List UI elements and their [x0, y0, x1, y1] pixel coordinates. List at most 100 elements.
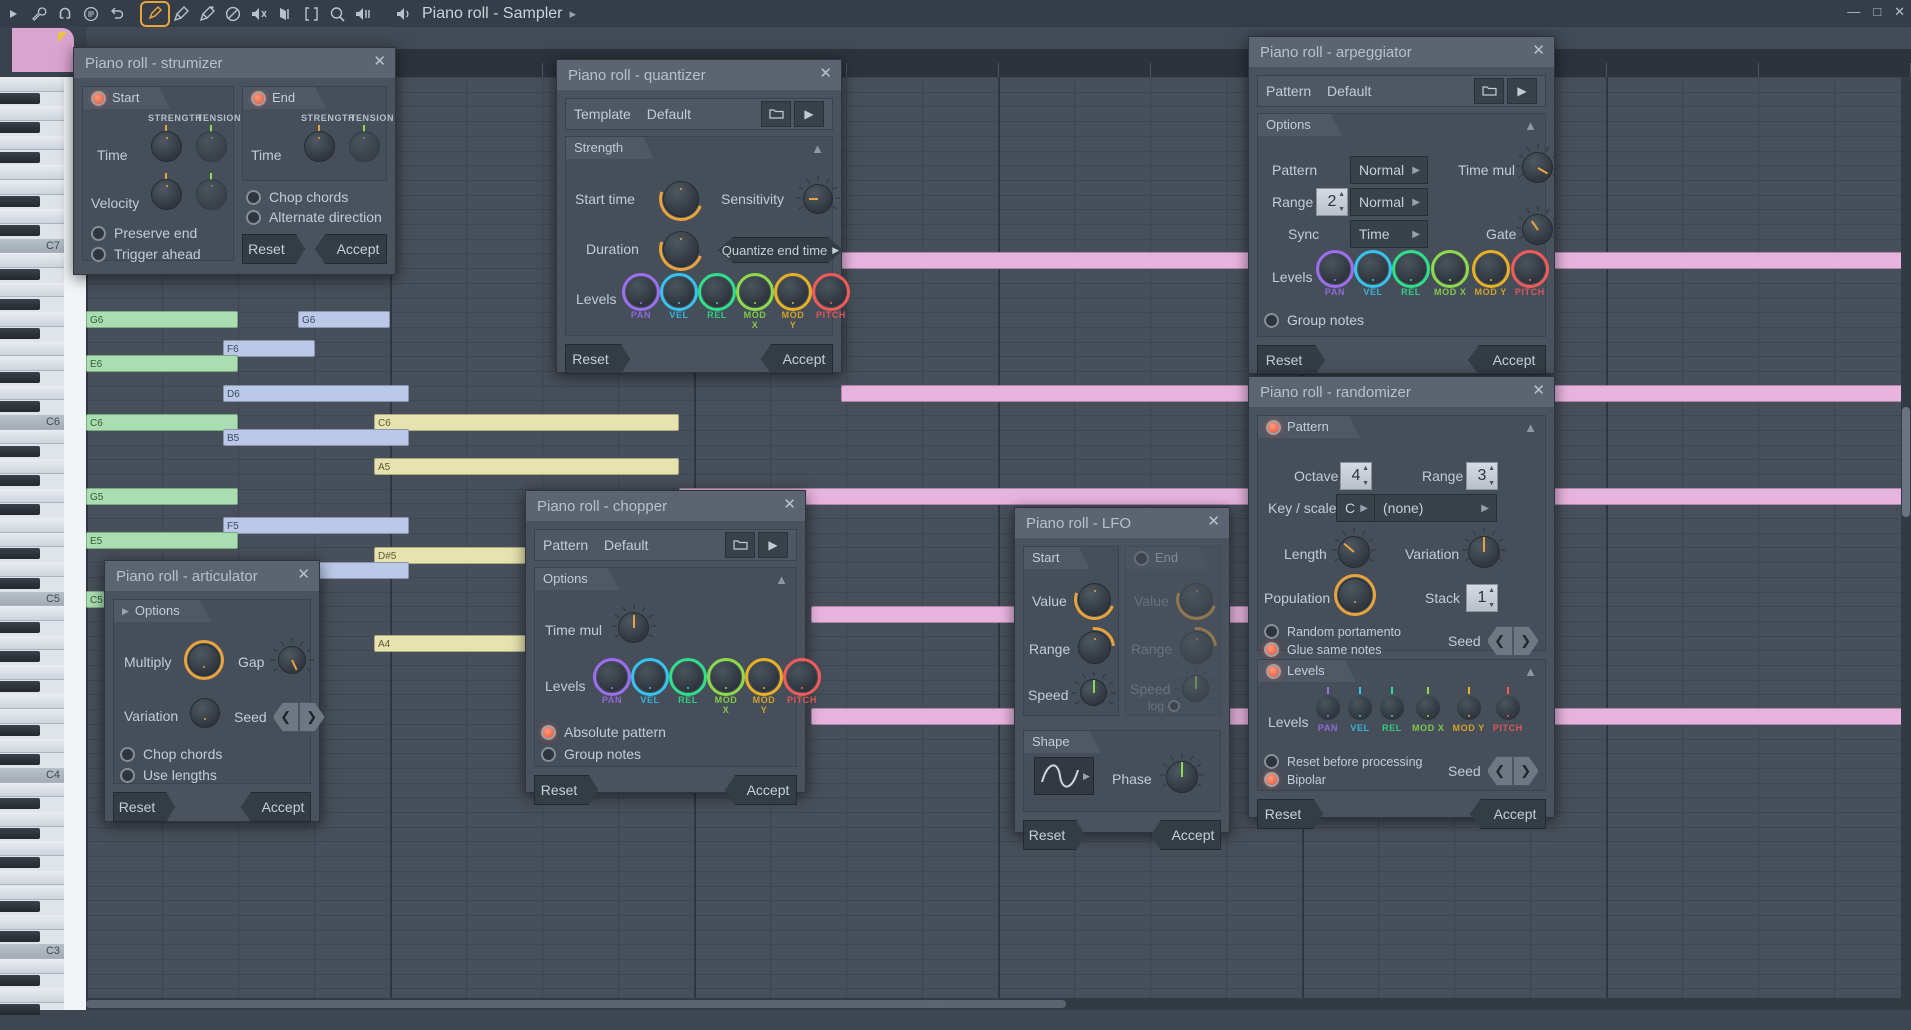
- rand-levels-row[interactable]: PAN VEL REL MOD X MOD Y PITCH: [1316, 687, 1523, 733]
- dialog-chopper[interactable]: Piano roll - chopper ✕ Pattern Default ▶…: [525, 490, 821, 805]
- strumizer-end-time-tension-knob[interactable]: [348, 131, 380, 162]
- arp-pattern-select[interactable]: Normal ▶: [1350, 156, 1428, 184]
- spinner-down-icon[interactable]: ▼: [1488, 602, 1495, 609]
- alternate-direction-radio[interactable]: [245, 209, 261, 225]
- knob[interactable]: [736, 273, 774, 311]
- close-button[interactable]: ✕: [1894, 4, 1905, 20]
- time-mul-knob[interactable]: [1515, 144, 1560, 183]
- piano-key-black[interactable]: [0, 92, 40, 104]
- resize-grip[interactable]: ⋯: [930, 997, 942, 1008]
- note-A5[interactable]: A5: [374, 458, 679, 475]
- piano-key-black[interactable]: [0, 724, 40, 736]
- piano-key-white[interactable]: [0, 988, 64, 1004]
- level-knob-pitch[interactable]: PITCH: [812, 273, 850, 320]
- knob[interactable]: [1495, 687, 1520, 720]
- dialog-lfo[interactable]: Piano roll - LFO ✕ Start Value Range Spe…: [1014, 507, 1230, 850]
- knob[interactable]: [812, 273, 850, 311]
- level-knob-vel[interactable]: VEL: [1354, 250, 1392, 297]
- folder-icon[interactable]: [761, 101, 791, 127]
- arp-range-spinner[interactable]: 2 ▲ ▼: [1316, 188, 1348, 216]
- piano-keyboard[interactable]: C7 C6 C5 C4 C3: [0, 77, 64, 1016]
- piano-key-black[interactable]: [0, 651, 40, 663]
- sensitivity-knob[interactable]: [796, 176, 840, 214]
- quantize-end-time-button[interactable]: Quantize end time ▶: [718, 237, 843, 263]
- horizontal-scrollbar[interactable]: [86, 998, 1901, 1010]
- piano-key-black[interactable]: [0, 857, 40, 869]
- close-icon[interactable]: ✕: [297, 565, 310, 583]
- rand-pattern-tab[interactable]: Pattern: [1258, 416, 1360, 438]
- strumizer-reset-button[interactable]: Reset: [241, 234, 305, 264]
- artic-chop-chords-radio[interactable]: [120, 746, 135, 762]
- zoom-icon[interactable]: [324, 3, 350, 25]
- maximize-button[interactable]: □: [1873, 4, 1881, 20]
- level-knob-rel[interactable]: REL: [1392, 250, 1430, 297]
- piano-key-white[interactable]: [0, 665, 64, 680]
- knob[interactable]: [593, 658, 631, 696]
- lfo-start-value-knob[interactable]: [1067, 572, 1122, 627]
- chopper-levels-row[interactable]: PAN VEL REL MOD X MOD Y PITCH: [593, 658, 821, 715]
- lfo-accept-button[interactable]: Accept: [1151, 820, 1221, 850]
- piano-key-black[interactable]: [0, 225, 40, 236]
- menu-lines-icon[interactable]: [78, 3, 104, 25]
- start-time-knob[interactable]: [651, 169, 711, 229]
- level-knob-pitch[interactable]: PITCH: [1493, 687, 1523, 733]
- spinner-up-icon[interactable]: ▲: [1338, 191, 1345, 198]
- piano-key-white[interactable]: [0, 341, 64, 357]
- chopper-reset-button[interactable]: Reset: [534, 775, 598, 805]
- note-G6[interactable]: G6: [86, 311, 238, 328]
- piano-key-white[interactable]: [0, 385, 64, 401]
- chevron-up-icon[interactable]: ▲: [775, 572, 788, 587]
- piano-key-white[interactable]: [0, 914, 64, 930]
- strumizer-velocity-strength-knob[interactable]: [151, 179, 182, 210]
- level-knob-mod-y[interactable]: MOD Y: [1453, 687, 1485, 733]
- level-knob-mod-y[interactable]: MOD Y: [774, 273, 812, 330]
- dialog-articulator[interactable]: Piano roll - articulator ✕ ▶ Options Mul…: [104, 560, 325, 822]
- levels-seed-buttons[interactable]: ❮ ❯: [1486, 756, 1539, 786]
- strumizer-end-time-strength-knob[interactable]: [303, 131, 335, 162]
- title-arrow-icon[interactable]: ▸: [570, 6, 577, 22]
- glue-same-notes-radio[interactable]: [1264, 642, 1279, 657]
- lfo-start-range-knob[interactable]: [1065, 618, 1124, 677]
- lfo-end-range-knob[interactable]: [1167, 618, 1226, 677]
- slip-icon[interactable]: [272, 3, 298, 25]
- piano-key-white[interactable]: [0, 312, 64, 327]
- close-icon[interactable]: ✕: [819, 64, 832, 82]
- undo-icon[interactable]: [104, 3, 130, 25]
- piano-key-white[interactable]: [0, 709, 64, 724]
- close-icon[interactable]: ✕: [373, 52, 386, 70]
- dialog-randomizer[interactable]: Piano roll - randomizer ✕ Pattern ▲ Octa…: [1248, 376, 1555, 829]
- piano-key-black[interactable]: [0, 798, 40, 810]
- artic-variation-knob[interactable]: [190, 698, 220, 728]
- use-lengths-radio[interactable]: [120, 767, 135, 783]
- seed-next-icon[interactable]: ❯: [298, 702, 325, 732]
- piano-key-white[interactable]: [0, 885, 64, 901]
- delete-slash-icon[interactable]: [220, 3, 246, 25]
- rand-pattern-radio[interactable]: [1266, 419, 1281, 435]
- chopper-time-mul-knob[interactable]: [611, 604, 656, 643]
- artic-seed-buttons[interactable]: ❮ ❯: [272, 702, 325, 732]
- paint-brush-icon[interactable]: [168, 3, 194, 25]
- randomizer-titlebar[interactable]: Piano roll - randomizer ✕: [1249, 377, 1554, 407]
- chevron-up-icon[interactable]: ▲: [1524, 118, 1537, 133]
- draw-pencil-icon[interactable]: [140, 0, 170, 27]
- piano-key-black[interactable]: [0, 372, 40, 383]
- piano-key-black[interactable]: [0, 754, 40, 766]
- knob[interactable]: [622, 273, 660, 311]
- piano-key-white[interactable]: [0, 77, 64, 92]
- piano-key-white[interactable]: [0, 841, 64, 857]
- quantizer-titlebar[interactable]: Piano roll - quantizer ✕: [557, 60, 841, 90]
- piano-key-white[interactable]: [0, 782, 64, 798]
- knob[interactable]: [1316, 687, 1340, 720]
- dialog-arpeggiator[interactable]: Piano roll - arpeggiator ✕ Pattern Defau…: [1248, 36, 1560, 375]
- dialog-quantizer[interactable]: Piano roll - quantizer ✕ Template Defaul…: [556, 59, 850, 374]
- spinner-down-icon[interactable]: ▼: [1338, 206, 1345, 213]
- piano-key-white[interactable]: [0, 959, 64, 974]
- piano-key-black[interactable]: [0, 474, 40, 486]
- gate-knob[interactable]: [1515, 206, 1560, 245]
- length-knob[interactable]: [1332, 528, 1376, 568]
- piano-key-white[interactable]: [0, 606, 64, 621]
- piano-key-black[interactable]: [0, 577, 40, 589]
- knob[interactable]: [1431, 250, 1470, 288]
- note-E6[interactable]: E6: [86, 355, 238, 372]
- level-knob-pan[interactable]: PAN: [622, 273, 660, 320]
